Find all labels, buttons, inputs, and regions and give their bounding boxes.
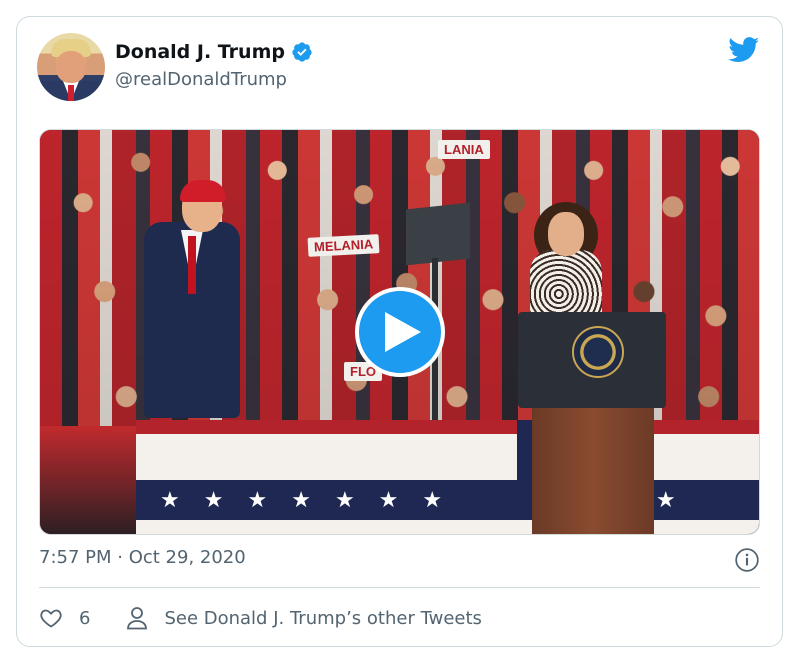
bunting-stars: ★★★★★★★ ★★: [160, 487, 676, 513]
divider: [39, 587, 760, 588]
like-count[interactable]: 6: [79, 608, 90, 629]
presidential-seal-icon: [572, 326, 624, 378]
play-icon: [385, 312, 421, 352]
info-icon[interactable]: [734, 547, 760, 573]
other-tweets-link[interactable]: See Donald J. Trump’s other Tweets: [164, 608, 481, 629]
person-icon[interactable]: [126, 606, 148, 630]
crowd-sign: MELANIA: [307, 234, 380, 257]
verified-badge-icon: [292, 42, 312, 62]
tweet-card: Donald J. Trump @realDonaldTrump LANIA M…: [16, 16, 783, 647]
avatar[interactable]: [37, 33, 105, 101]
teleprompter: [406, 202, 470, 266]
tweet-timestamp[interactable]: 7:57 PM · Oct 29, 2020: [39, 547, 246, 568]
play-button[interactable]: [355, 287, 445, 377]
heart-icon[interactable]: [39, 606, 63, 630]
author-handle[interactable]: @realDonaldTrump: [115, 69, 287, 90]
twitter-bird-icon[interactable]: [728, 37, 760, 63]
video-player[interactable]: LANIA MELANIA FLO ★★★★★★★ ★★: [39, 129, 760, 535]
crowd-sign: LANIA: [438, 140, 490, 159]
author-name[interactable]: Donald J. Trump: [115, 41, 285, 63]
podium: [532, 406, 654, 534]
author-row: Donald J. Trump: [115, 41, 313, 63]
tweet-actions: 6 See Donald J. Trump’s other Tweets: [39, 603, 482, 633]
